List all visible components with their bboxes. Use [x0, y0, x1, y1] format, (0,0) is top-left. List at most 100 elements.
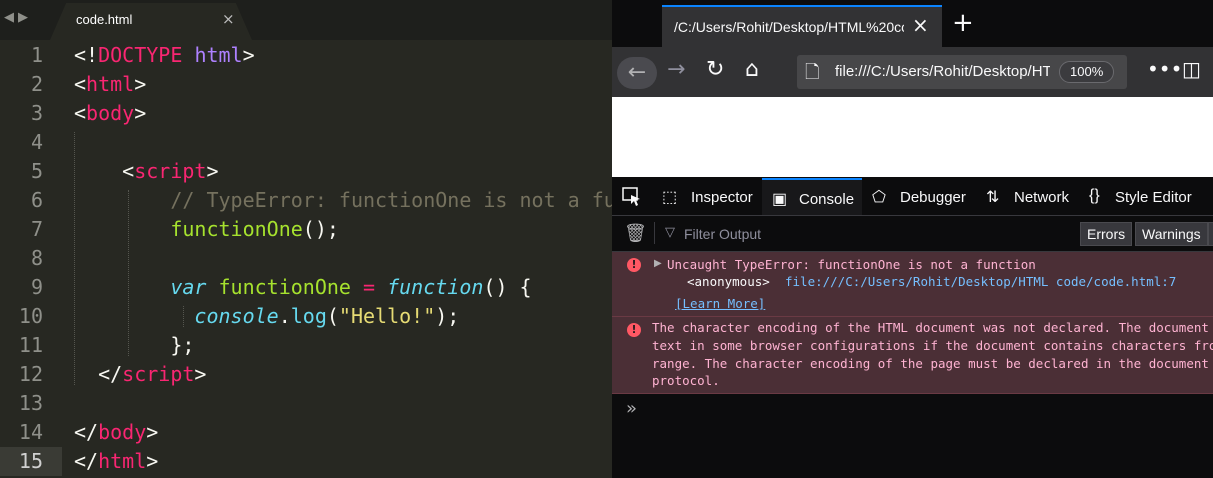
line-number: 8 [30, 246, 43, 270]
console-message-encoding-error[interactable]: ! The character encoding of the HTML doc… [612, 317, 1213, 394]
code-token: </ [74, 420, 99, 444]
page-icon: 🗋 [805, 62, 820, 83]
tab-style-editor-label: Style Editor [1115, 189, 1192, 206]
console-icon: ▣ [772, 191, 788, 208]
indent-guide [128, 190, 130, 356]
code-line[interactable]: 9 var functionOne = function() { [0, 273, 612, 302]
code-text[interactable]: <script> [74, 157, 218, 186]
code-token: </ [74, 449, 99, 473]
code-line[interactable]: 5 <script> [0, 157, 612, 186]
tab-inspector[interactable]: ⬚ Inspector [662, 178, 754, 215]
code-token: functionOne [218, 275, 351, 299]
filter-input[interactable]: Filter Output [684, 226, 761, 242]
line-number: 12 [18, 362, 43, 386]
code-line[interactable]: 13 [0, 389, 612, 418]
url-text[interactable]: file:///C:/Users/Rohit/Desktop/HTML%20co… [835, 63, 1050, 80]
stack-location-link[interactable]: file:///C:/Users/Rohit/Desktop/HTML code… [785, 274, 1176, 289]
indent-guide [183, 306, 185, 327]
editor-tab-label[interactable]: code.html [76, 12, 132, 27]
filter-icon: ▽ [665, 225, 675, 240]
code-text[interactable]: </script> [74, 360, 206, 389]
code-line[interactable]: 11 }; [0, 331, 612, 360]
divider [654, 222, 655, 244]
errors-filter-button[interactable]: Errors [1080, 222, 1133, 246]
console-toolbar: 🗑 ▽ Filter Output Errors Warnings [612, 216, 1213, 252]
tab-style-editor[interactable]: {} Style Editor [1089, 178, 1209, 215]
code-token: functionOne [74, 217, 303, 241]
console-message-error[interactable]: ! ▶ Uncaught TypeError: functionOne is n… [612, 252, 1213, 317]
code-token: </ [74, 362, 123, 386]
code-editor: ◀▶ code.html × 1 <!DOCTYPE html> 2 <html> 3 <… [0, 0, 612, 478]
page-viewport[interactable] [612, 97, 1213, 177]
line-number: 1 [30, 43, 43, 67]
code-text[interactable]: </html> [74, 447, 158, 476]
error-icon: ! [627, 323, 641, 337]
pocket-icon[interactable]: ◫ [1182, 57, 1201, 81]
reload-icon[interactable]: ↻ [706, 57, 724, 82]
code-line[interactable]: 3 <body> [0, 99, 612, 128]
code-text[interactable]: var functionOne = function() { [74, 273, 531, 302]
code-text[interactable]: </body> [74, 418, 158, 447]
more-actions-icon[interactable]: ••• [1147, 57, 1182, 81]
stack-frame: <anonymous> [687, 274, 770, 289]
learn-more-link[interactable]: [Learn More] [675, 296, 765, 311]
code-text[interactable]: <body> [74, 99, 146, 128]
code-token: . [278, 304, 291, 328]
code-text[interactable]: console.log("Hello!"); [74, 302, 459, 331]
browser-tab[interactable]: /C:/Users/Rohit/Desktop/HTML%20code/code… [662, 5, 942, 47]
more-filter-button[interactable] [1208, 222, 1213, 246]
line-number: 7 [30, 217, 43, 241]
code-line[interactable]: 12 </script> [0, 360, 612, 389]
code-line[interactable]: 6 // TypeError: functionOne is not a fun… [0, 186, 612, 215]
browser-tab-bar: /C:/Users/Rohit/Desktop/HTML%20code/code… [612, 0, 1213, 47]
code-token: log [290, 304, 327, 328]
code-token: > [134, 72, 147, 96]
code-line[interactable]: 2 <html> [0, 70, 612, 99]
tab-console[interactable]: ▣ Console [762, 178, 862, 215]
new-tab-button[interactable]: + [952, 8, 974, 38]
tab-debugger-label: Debugger [900, 189, 966, 206]
home-icon[interactable]: ⌂ [745, 57, 759, 82]
warnings-filter-button[interactable]: Warnings [1135, 222, 1208, 246]
expand-arrow-icon[interactable]: ▶ [654, 258, 662, 269]
code-text[interactable]: <html> [74, 70, 146, 99]
close-icon[interactable]: × [912, 13, 929, 37]
close-icon[interactable]: × [222, 10, 235, 28]
tab-console-label: Console [799, 191, 855, 208]
url-bar[interactable]: 🗋 file:///C:/Users/Rohit/Desktop/HTML%20… [797, 55, 1127, 89]
code-text[interactable]: }; [74, 331, 194, 360]
network-icon: ⇅ [986, 189, 1000, 206]
code-line[interactable]: 7 functionOne(); [0, 215, 612, 244]
zoom-level[interactable]: 100% [1059, 61, 1115, 83]
code-text[interactable]: <!DOCTYPE html> [74, 41, 255, 70]
trash-icon[interactable]: 🗑 [624, 223, 647, 244]
code-line[interactable]: 15 </html> [0, 447, 612, 476]
nav-toolbar: ← → ↻ ⌂ 🗋 file:///C:/Users/Rohit/Desktop… [612, 47, 1213, 97]
code-line[interactable]: 14 </body> [0, 418, 612, 447]
error-message-line-1: The character encoding of the HTML docum… [652, 320, 1209, 335]
code-line[interactable]: 4 [0, 128, 612, 157]
tab-nav-arrows[interactable]: ◀▶ [4, 10, 32, 25]
code-text[interactable]: functionOne(); [74, 215, 339, 244]
line-number: 2 [30, 72, 43, 96]
code-line[interactable]: 8 [0, 244, 612, 273]
console-input-prompt[interactable]: » [626, 398, 637, 419]
forward-icon[interactable]: → [667, 57, 685, 82]
code-token: > [134, 101, 147, 125]
error-message-line-2: text in some browser configurations if t… [652, 338, 1213, 353]
code-token: DOCTYPE [98, 43, 183, 67]
tab-debugger[interactable]: ⬠ Debugger [870, 178, 975, 215]
browser-tab-title[interactable]: /C:/Users/Rohit/Desktop/HTML%20code/code… [674, 19, 904, 35]
code-token: > [194, 362, 207, 386]
tab-network[interactable]: ⇅ Network [984, 178, 1078, 215]
code-line[interactable]: 10 console.log("Hello!"); [0, 302, 612, 331]
back-icon[interactable]: ← [617, 57, 657, 89]
line-number: 5 [30, 159, 43, 183]
inspector-icon: ⬚ [662, 189, 678, 206]
code-token: ); [435, 304, 460, 328]
code-text[interactable]: // TypeError: functionOne is not a funct… [74, 186, 612, 215]
code-token: body [98, 420, 147, 444]
code-token: "Hello!" [338, 304, 436, 328]
code-line[interactable]: 1 <!DOCTYPE html> [0, 41, 612, 70]
